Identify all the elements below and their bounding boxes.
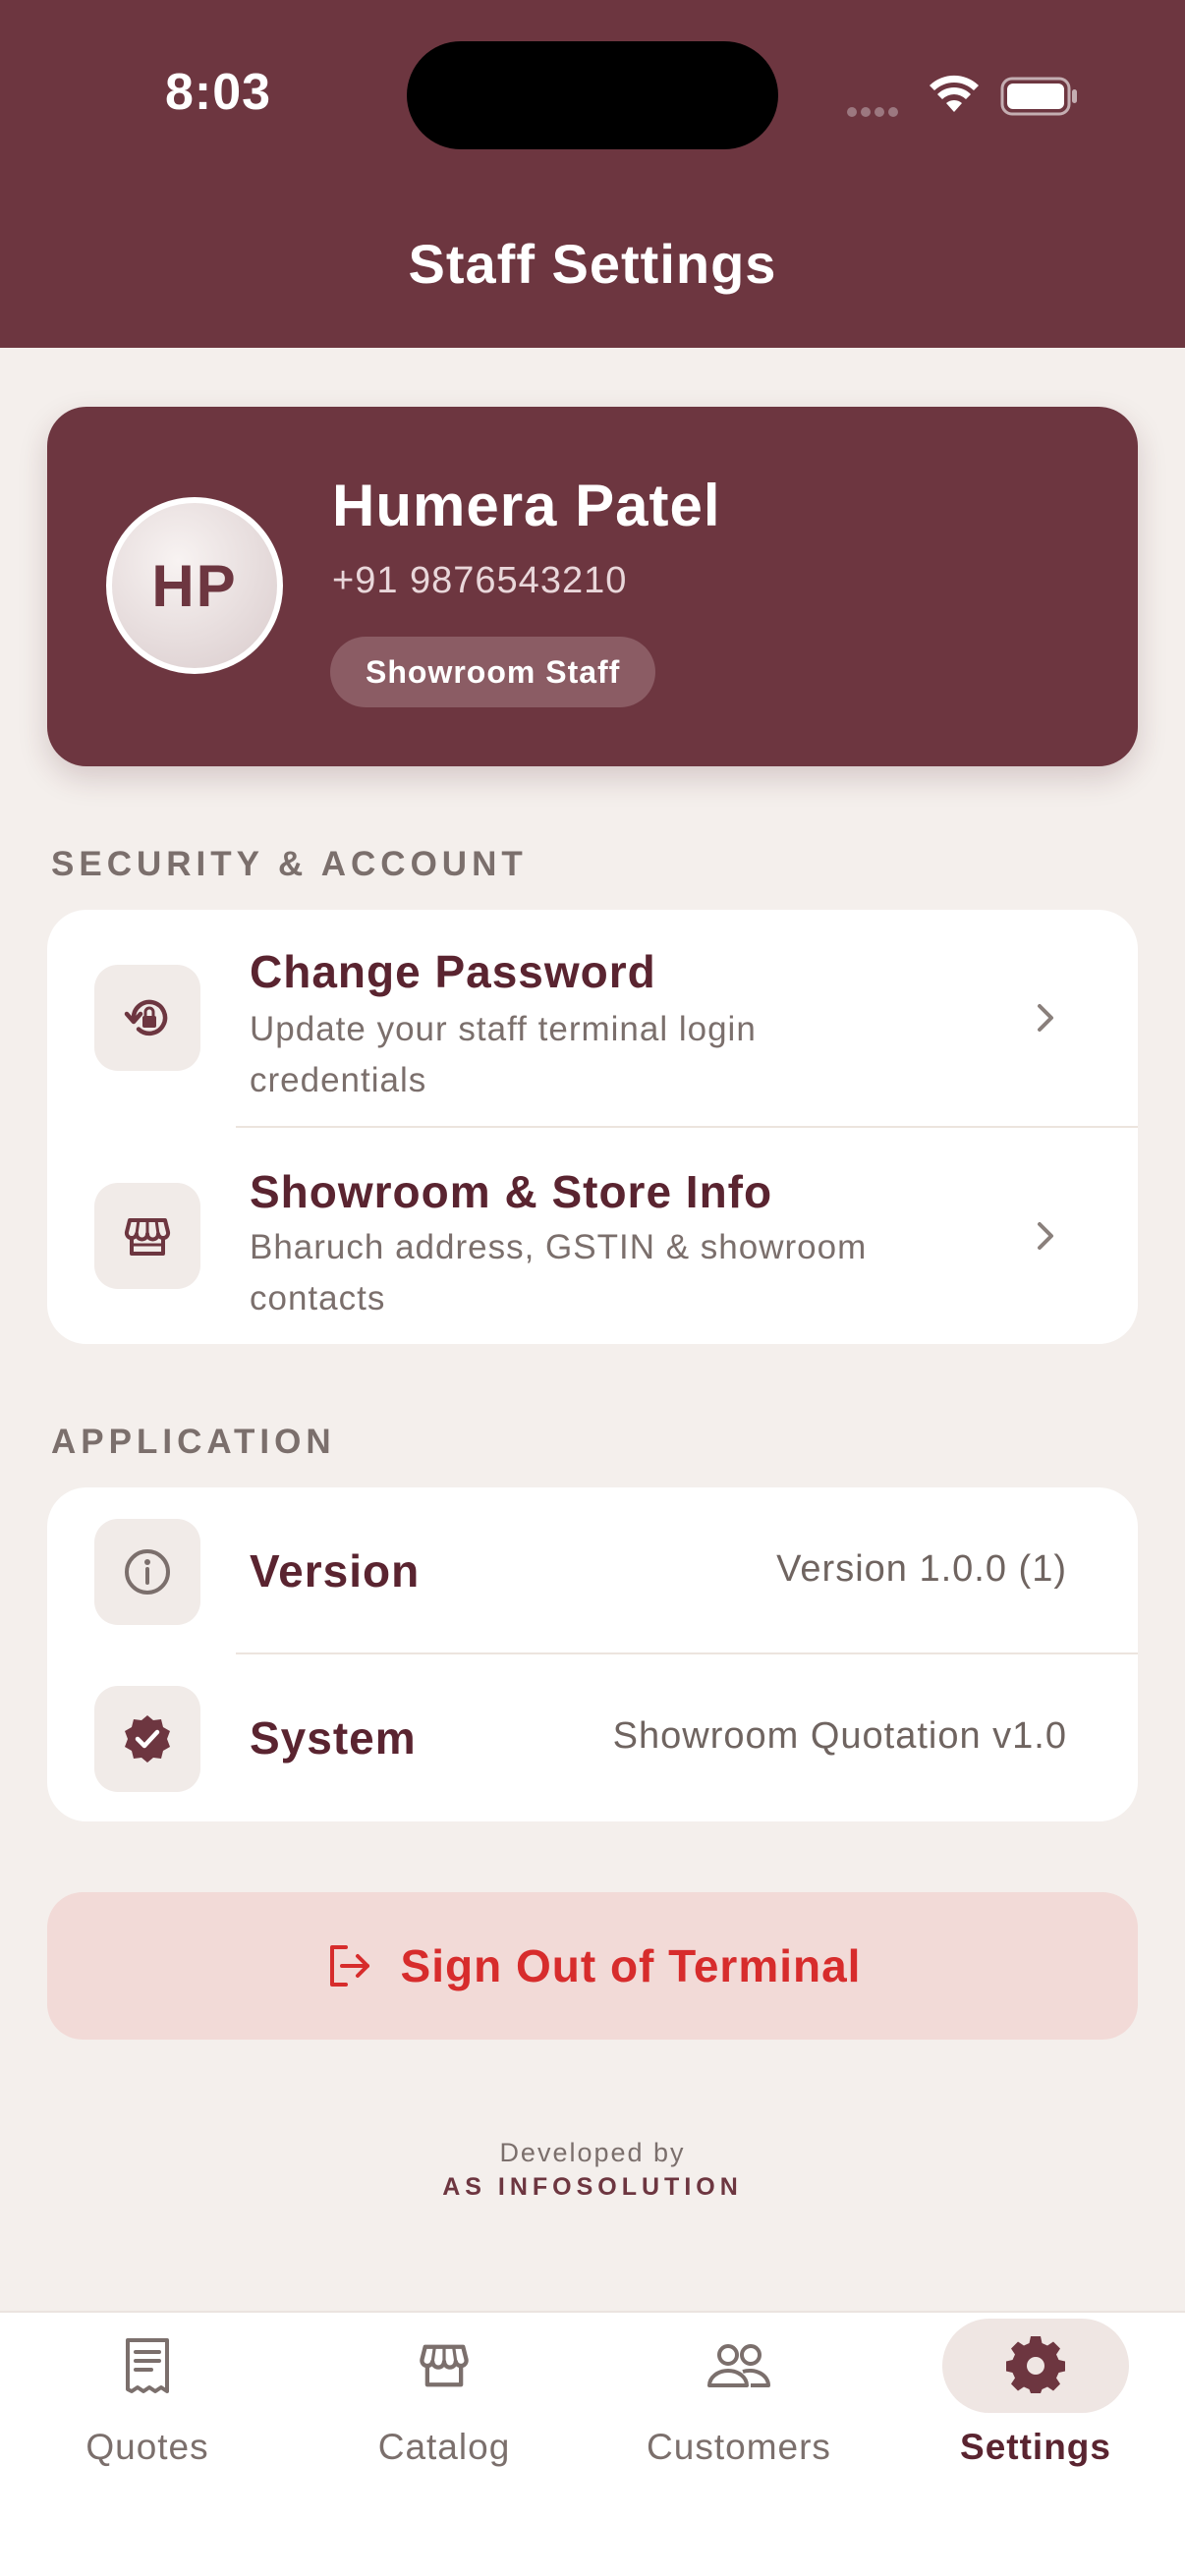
version-row: Version Version 1.0.0 (1) [47,1487,1138,1654]
tab-label: Catalog [377,2427,511,2467]
version-title: Version [250,1545,421,1596]
tab-bar: Quotes Catalog Customers Settings [0,2311,1185,2576]
change-password-title: Change Password [250,946,656,997]
tab-label: Customers [647,2427,831,2467]
tab-label: Quotes [85,2427,209,2467]
application-card: Version Version 1.0.0 (1) System Showroo… [47,1487,1138,1821]
section-label-security: SECURITY & ACCOUNT [51,845,528,883]
security-card: Change Password Update your staff termin… [47,910,1138,1344]
sign-out-button[interactable]: Sign Out of Terminal [47,1892,1138,2040]
store-info-row[interactable]: Showroom & Store Info Bharuch address, G… [47,1128,1138,1344]
page-title: Staff Settings [408,233,777,295]
status-indicators [847,71,1083,120]
sign-out-label: Sign Out of Terminal [400,1940,862,1991]
tab-customers[interactable]: Customers [592,2313,886,2509]
status-time: 8:03 [165,64,272,121]
chevron-right-icon [1038,1222,1053,1250]
logout-icon [329,1945,369,1987]
receipt-icon [54,2319,241,2413]
store-icon [94,1183,200,1289]
wifi-icon [930,75,979,112]
tab-label: Settings [960,2427,1111,2467]
developed-by-text: Developed by [499,2138,686,2167]
cellular-signal-icon [847,104,902,122]
store-icon [351,2319,537,2413]
change-password-subtitle: Update your staff terminal login credent… [250,1010,757,1099]
lock-reset-icon [94,965,200,1071]
role-badge: Showroom Staff [330,637,656,707]
profile-phone: +91 9876543210 [332,560,628,601]
system-row: System Showroom Quotation v1.0 [47,1654,1138,1821]
tab-settings[interactable]: Settings [888,2313,1183,2509]
profile-card: HP Humera Patel +91 9876543210 Showroom … [47,407,1138,766]
info-icon [94,1519,200,1625]
tab-catalog[interactable]: Catalog [297,2313,592,2509]
store-info-subtitle: Bharuch address, GSTIN & showroom contac… [250,1228,868,1317]
system-value: Showroom Quotation v1.0 [612,1715,1067,1757]
tab-quotes[interactable]: Quotes [0,2313,295,2509]
developer-company: AS INFOSOLUTION [442,2173,743,2201]
profile-name: Humera Patel [332,473,721,538]
dynamic-island [407,41,778,149]
chevron-right-icon [1038,1004,1053,1032]
change-password-row[interactable]: Change Password Update your staff termin… [47,910,1138,1128]
avatar: HP [106,497,283,674]
gear-icon [942,2319,1129,2413]
verified-badge-icon [94,1686,200,1792]
system-title: System [250,1712,417,1764]
store-info-title: Showroom & Store Info [250,1166,773,1217]
people-icon [646,2319,832,2413]
section-label-application: APPLICATION [51,1423,336,1461]
battery-icon [1000,77,1077,116]
version-value: Version 1.0.0 (1) [776,1548,1067,1590]
app-header: 8:03 Staff Settings [0,0,1185,348]
